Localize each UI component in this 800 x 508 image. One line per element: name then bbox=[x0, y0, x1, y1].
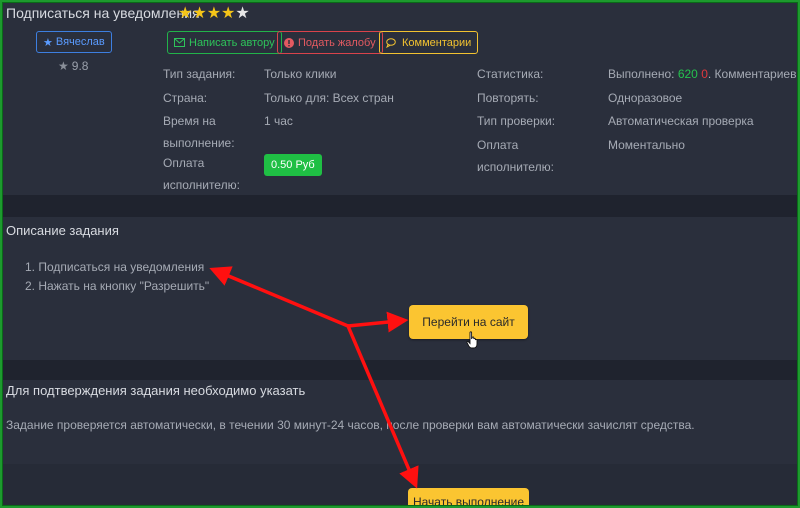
author-button[interactable]: ★ Вячеслав bbox=[36, 31, 112, 53]
task-type-value: Только клики bbox=[264, 67, 337, 81]
star-icon: ★ bbox=[206, 5, 222, 22]
confirmation-heading: Для подтверждения задания необходимо ука… bbox=[6, 383, 306, 398]
task-title: Подписаться на уведомления bbox=[6, 5, 200, 21]
comments-icon bbox=[386, 37, 396, 48]
envelope-icon bbox=[174, 38, 185, 47]
task-header-section: Подписаться на уведомления ★★★★★ ★ Вячес… bbox=[3, 3, 798, 195]
page-frame: Подписаться на уведомления ★★★★★ ★ Вячес… bbox=[2, 2, 798, 506]
list-item: 1. Подписаться на уведомления bbox=[25, 260, 205, 274]
time-label: Время на выполнение: bbox=[163, 114, 235, 150]
write-author-label: Написать автору bbox=[189, 36, 275, 49]
star-empty-icon: ★ bbox=[235, 5, 250, 22]
stats-value: Выполнено: 620 0. Комментариев: 0 bbox=[608, 67, 798, 81]
pay-label: Оплата исполнителю: bbox=[163, 156, 240, 192]
divider bbox=[3, 360, 797, 380]
complain-label: Подать жалобу bbox=[298, 36, 376, 49]
payout-value: Моментально bbox=[608, 138, 685, 152]
country-label: Страна: bbox=[163, 91, 208, 105]
done-count: 620 bbox=[677, 67, 698, 81]
star-icon: ★ bbox=[43, 36, 53, 49]
repeat-label: Повторять: bbox=[477, 91, 539, 105]
task-type-label: Тип задания: bbox=[163, 67, 236, 81]
comments-button[interactable]: Комментарии bbox=[379, 31, 479, 54]
author-rating: ★ 9.8 bbox=[58, 59, 88, 73]
time-value: 1 час bbox=[264, 114, 293, 128]
start-task-button[interactable]: Начать выполнение bbox=[408, 488, 529, 505]
fail-count: 0 bbox=[701, 67, 708, 81]
description-heading: Описание задания bbox=[6, 223, 119, 238]
confirmation-text: Задание проверяется автоматически, в теч… bbox=[6, 418, 695, 432]
country-value: Только для: Всех стран bbox=[264, 91, 394, 105]
star-icon: ★ bbox=[221, 5, 236, 22]
rating-stars: ★★★★★ bbox=[178, 3, 250, 23]
author-name: Вячеслав bbox=[55, 36, 105, 48]
author-rating-value: 9.8 bbox=[71, 59, 89, 73]
check-type-label: Тип проверки: bbox=[477, 114, 556, 128]
exclamation-icon bbox=[284, 37, 294, 48]
steps-list: 1. Подписаться на уведомления 2. Нажать … bbox=[25, 258, 209, 296]
payout-label: Оплата исполнителю: bbox=[477, 138, 554, 174]
star-icon: ★ bbox=[58, 59, 69, 73]
complain-button[interactable]: Подать жалобу bbox=[277, 31, 383, 54]
check-type-value: Автоматическая проверка bbox=[608, 114, 754, 128]
star-icon: ★ bbox=[178, 5, 193, 22]
hand-cursor-icon bbox=[466, 331, 478, 349]
write-author-button[interactable]: Написать автору bbox=[167, 31, 282, 54]
pay-badge: 0.50 Руб bbox=[264, 154, 322, 176]
divider bbox=[3, 195, 797, 217]
list-item: 2. Нажать на кнопку "Разрешить" bbox=[25, 279, 210, 293]
stats-label: Статистика: bbox=[477, 67, 544, 81]
bottom-section bbox=[3, 464, 797, 505]
star-icon: ★ bbox=[192, 5, 207, 22]
repeat-value: Одноразовое bbox=[608, 91, 683, 105]
comments-label: Комментарии bbox=[402, 36, 472, 49]
